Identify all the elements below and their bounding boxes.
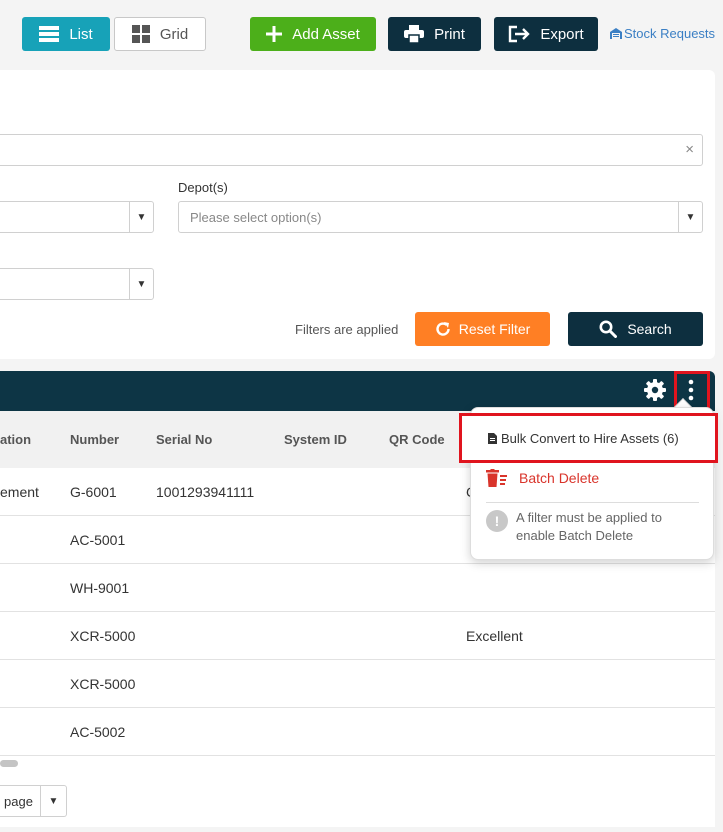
batch-delete-note: ! A filter must be applied to enable Bat… bbox=[486, 509, 701, 545]
table-toolbar bbox=[0, 371, 715, 411]
print-label: Print bbox=[434, 25, 465, 43]
per-page-label: page bbox=[4, 794, 33, 809]
table-row[interactable]: XCR-5000 bbox=[0, 660, 715, 708]
cell-number: G-6001 bbox=[70, 484, 117, 500]
refresh-icon bbox=[436, 322, 450, 336]
column-header-qr-code[interactable]: QR Code bbox=[389, 432, 445, 447]
batch-delete-note-text: A filter must be applied to enable Batch… bbox=[516, 510, 662, 543]
export-button[interactable]: Export bbox=[494, 17, 598, 51]
reset-filter-button[interactable]: Reset Filter bbox=[415, 312, 550, 346]
search-icon bbox=[599, 320, 618, 338]
search-button[interactable]: Search bbox=[568, 312, 703, 346]
table-row[interactable]: XCR-5000 Excellent bbox=[0, 612, 715, 660]
table-row[interactable]: WH-9001 bbox=[0, 564, 715, 612]
plus-icon bbox=[266, 26, 283, 42]
horizontal-scrollbar[interactable] bbox=[0, 760, 18, 767]
table-row[interactable]: AC-5002 bbox=[0, 708, 715, 756]
cell-serial: 1001293941111 bbox=[156, 484, 255, 500]
cell-number: AC-5002 bbox=[70, 724, 126, 740]
gear-icon[interactable] bbox=[643, 378, 667, 402]
warehouse-icon bbox=[610, 28, 622, 39]
chevron-down-icon: ▼ bbox=[129, 202, 153, 232]
cell-number: WH-9001 bbox=[70, 580, 130, 596]
stock-requests-link[interactable]: Stock Requests bbox=[610, 26, 715, 41]
column-header-serial[interactable]: Serial No bbox=[156, 432, 212, 447]
filter-panel: × ▼ Depot(s) Please select option(s) ▼ ▼… bbox=[0, 70, 715, 359]
filters-applied-text: Filters are applied bbox=[295, 322, 399, 337]
column-header-system-id[interactable]: System ID bbox=[284, 432, 347, 447]
export-label: Export bbox=[540, 25, 584, 43]
filter-select-left-top[interactable]: ▼ bbox=[0, 201, 154, 233]
chevron-down-icon: ▼ bbox=[678, 202, 702, 232]
export-icon bbox=[509, 25, 531, 43]
keyword-search-input[interactable]: × bbox=[0, 134, 703, 166]
add-asset-button[interactable]: Add Asset bbox=[250, 17, 376, 51]
menu-divider bbox=[486, 502, 699, 503]
column-header-location[interactable]: ation bbox=[0, 432, 31, 447]
cell-number: AC-5001 bbox=[70, 532, 126, 548]
grid-view-button[interactable]: Grid bbox=[114, 17, 206, 51]
cell-number: XCR-5000 bbox=[70, 628, 136, 644]
batch-delete-label: Batch Delete bbox=[519, 470, 600, 486]
trash-list-icon bbox=[486, 469, 507, 487]
reset-filter-label: Reset Filter bbox=[458, 321, 531, 337]
bulk-convert-menu-item[interactable]: Bulk Convert to Hire Assets (6) bbox=[459, 413, 718, 463]
table-footer: page ▼ bbox=[0, 771, 715, 827]
list-view-button[interactable]: List bbox=[22, 17, 110, 51]
depot-label: Depot(s) bbox=[178, 180, 228, 195]
printer-icon bbox=[404, 25, 425, 43]
cell-number: XCR-5000 bbox=[70, 676, 136, 692]
depot-select[interactable]: Please select option(s) ▼ bbox=[178, 201, 703, 233]
per-page-select[interactable]: page ▼ bbox=[0, 785, 67, 817]
grid-view-label: Grid bbox=[159, 25, 189, 43]
cell-location: ement bbox=[0, 484, 39, 500]
list-icon bbox=[39, 26, 60, 42]
chevron-down-icon: ▼ bbox=[129, 269, 153, 299]
print-button[interactable]: Print bbox=[388, 17, 481, 51]
search-label: Search bbox=[627, 321, 672, 337]
filter-select-left-bottom[interactable]: ▼ bbox=[0, 268, 154, 300]
list-view-label: List bbox=[69, 25, 93, 43]
grid-icon bbox=[131, 25, 150, 43]
exclamation-icon: ! bbox=[486, 510, 508, 532]
stock-requests-label: Stock Requests bbox=[624, 26, 716, 41]
clear-icon[interactable]: × bbox=[685, 141, 694, 158]
chevron-down-icon: ▼ bbox=[40, 786, 66, 816]
document-icon bbox=[488, 432, 497, 444]
depot-placeholder: Please select option(s) bbox=[190, 210, 322, 225]
cell-condition: Excellent bbox=[466, 628, 523, 644]
bulk-convert-label: Bulk Convert to Hire Assets (6) bbox=[501, 430, 679, 446]
column-header-number[interactable]: Number bbox=[70, 432, 119, 447]
add-asset-label: Add Asset bbox=[292, 25, 360, 43]
batch-delete-menu-item[interactable]: Batch Delete bbox=[486, 469, 599, 487]
